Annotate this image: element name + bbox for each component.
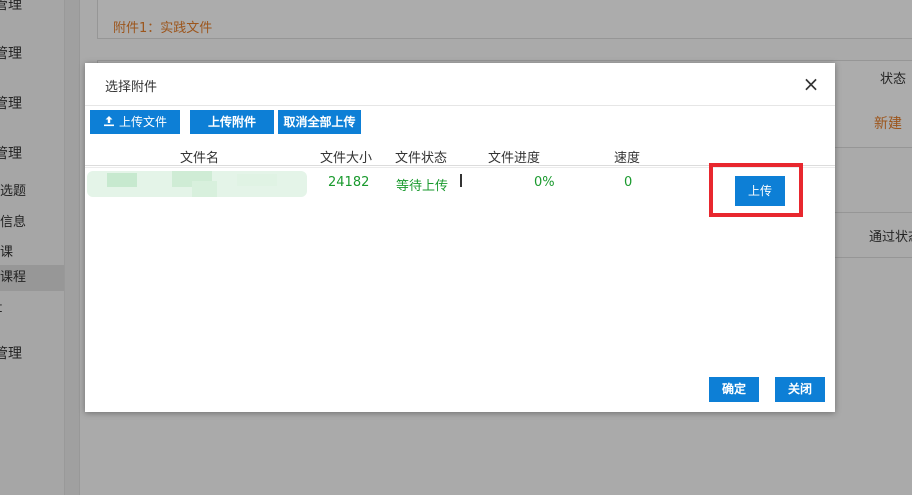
upload-icon (103, 111, 115, 135)
file-progress: 0% (534, 175, 555, 190)
text-cursor (460, 174, 462, 187)
column-header-filesize: 文件大小 (320, 151, 373, 166)
select-attachment-dialog: 选择附件 × 上传文件 上传附件 取消全部上传 文件名 文件大小 文件状态 文件… (85, 63, 835, 412)
close-button[interactable]: 关闭 (775, 377, 825, 402)
column-header-filestatus: 文件状态 (395, 151, 448, 166)
column-header-speed: 速度 (614, 151, 641, 166)
upload-file-label: 上传文件 (118, 115, 167, 129)
close-icon[interactable]: × (799, 72, 823, 96)
confirm-button[interactable]: 确定 (709, 377, 759, 402)
column-header-progress: 文件进度 (488, 151, 541, 166)
file-speed: 0 (624, 175, 633, 190)
dialog-title: 选择附件 (105, 80, 158, 95)
dialog-toolbar: 上传文件 上传附件 取消全部上传 (85, 105, 835, 141)
column-header-filename: 文件名 (180, 151, 220, 166)
file-size: 24182 (328, 175, 370, 190)
blurred-filename (87, 171, 307, 203)
dialog-header: 选择附件 × (85, 63, 835, 106)
upload-file-button[interactable]: 上传文件 (90, 110, 180, 134)
file-status: 等待上传 (396, 179, 449, 194)
upload-attachment-button[interactable]: 上传附件 (190, 110, 274, 134)
cancel-all-upload-button[interactable]: 取消全部上传 (278, 110, 361, 134)
upload-button[interactable]: 上传 (735, 176, 785, 206)
